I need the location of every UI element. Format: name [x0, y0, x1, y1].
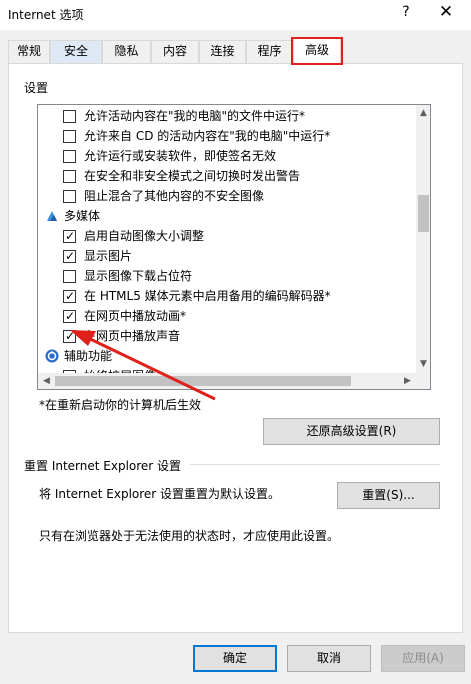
ok-button[interactable]: 确定 — [193, 645, 277, 672]
list-item-label: 在 HTML5 媒体元素中启用备用的编码解码器* — [84, 289, 331, 303]
apply-button[interactable]: 应用(A) — [381, 645, 465, 672]
checkbox[interactable] — [63, 110, 76, 123]
list-item[interactable]: 允许运行或安装软件，即使签名无效 — [38, 146, 416, 166]
list-item[interactable]: 在安全和非安全模式之间切换时发出警告 — [38, 166, 416, 186]
checkbox[interactable]: ✓ — [63, 309, 76, 323]
list-item[interactable]: ✓ 在 HTML5 媒体元素中启用备用的编码解码器* — [38, 286, 416, 306]
list-item-label: 在安全和非安全模式之间切换时发出警告 — [84, 169, 301, 183]
reset-warning-note: 只有在浏览器处于无法使用的状态时，才应使用此设置。 — [39, 529, 340, 543]
cancel-button[interactable]: 取消 — [287, 645, 371, 672]
check-mark-icon: ✓ — [65, 249, 76, 263]
list-item-label: 启用自动图像大小调整 — [84, 229, 205, 243]
category-row: 多媒体 — [38, 206, 416, 226]
list-item[interactable]: ✓ 启用自动图像大小调整 — [38, 226, 416, 246]
scroll-down-icon[interactable]: ▼ — [416, 356, 430, 373]
list-item[interactable]: 显示图像下载占位符 — [38, 266, 416, 286]
check-mark-icon: ✓ — [65, 329, 76, 343]
reset-group-label: 重置 Internet Explorer 设置 — [24, 459, 182, 473]
multimedia-icon — [47, 211, 57, 221]
scroll-right-icon[interactable]: ▶ — [399, 373, 416, 389]
accessibility-icon — [45, 349, 59, 363]
tab-general[interactable]: 常规 — [8, 40, 50, 63]
horizontal-scroll-thumb[interactable] — [55, 376, 351, 386]
tab-privacy[interactable]: 隐私 — [102, 40, 151, 63]
restore-advanced-settings-button[interactable]: 还原高级设置(R) — [263, 418, 440, 445]
list-item-label: 允许活动内容在"我的电脑"的文件中运行* — [84, 109, 306, 123]
checkbox[interactable] — [63, 130, 76, 143]
category-label: 辅助功能 — [64, 349, 113, 363]
checkbox[interactable]: ✓ — [63, 249, 76, 263]
list-item-label: 允许来自 CD 的活动内容在"我的电脑"中运行* — [84, 129, 331, 143]
tab-connections[interactable]: 连接 — [199, 40, 246, 63]
checkbox[interactable] — [63, 270, 76, 283]
title-bar: Internet 选项 ? ✕ — [0, 0, 471, 30]
help-button[interactable]: ? — [396, 4, 416, 24]
category-label: 多媒体 — [64, 209, 101, 223]
list-item-label: 在网页中播放动画* — [84, 309, 187, 323]
check-mark-icon: ✓ — [65, 229, 76, 243]
scroll-left-icon[interactable]: ◀ — [38, 373, 55, 389]
check-mark-icon: ✓ — [65, 309, 76, 323]
vertical-scrollbar[interactable]: ▲ ▼ — [416, 105, 430, 373]
settings-group-label: 设置 — [24, 81, 49, 95]
checkbox[interactable]: ✓ — [63, 329, 76, 343]
list-item-label: 显示图片 — [84, 249, 133, 263]
advanced-tab-highlight — [291, 37, 343, 65]
list-item[interactable]: 阻止混合了其他内容的不安全图像 — [38, 186, 416, 206]
list-item-label: 在网页中播放声音 — [84, 329, 181, 343]
list-item-label: 阻止混合了其他内容的不安全图像 — [84, 189, 265, 203]
checkbox[interactable] — [63, 170, 76, 183]
vertical-scroll-thumb[interactable] — [418, 195, 429, 232]
tab-security[interactable]: 安全 — [50, 40, 102, 63]
category-row: 辅助功能 — [38, 346, 416, 366]
list-item[interactable]: 允许活动内容在"我的电脑"的文件中运行* — [38, 106, 416, 126]
list-item[interactable]: ✓ 显示图片 — [38, 246, 416, 266]
window-title: Internet 选项 — [8, 8, 84, 22]
tab-content[interactable]: 内容 — [151, 40, 199, 63]
list-item-label: 允许运行或安装软件，即使签名无效 — [84, 149, 277, 163]
scroll-up-icon[interactable]: ▲ — [416, 105, 430, 122]
close-button[interactable]: ✕ — [432, 2, 460, 26]
checkbox[interactable] — [63, 190, 76, 203]
list-item[interactable]: ✓ 在网页中播放声音 — [38, 326, 416, 346]
internet-options-dialog: Internet 选项 ? ✕ 常规 安全 隐私 内容 连接 程序 高级 设置 … — [0, 0, 471, 684]
horizontal-scrollbar[interactable]: ◀ ▶ — [38, 373, 416, 389]
checkbox[interactable]: ✓ — [63, 229, 76, 243]
reset-description: 将 Internet Explorer 设置重置为默认设置。 — [39, 487, 281, 501]
restart-note: *在重新启动你的计算机后生效 — [39, 398, 202, 412]
list-item[interactable]: 允许来自 CD 的活动内容在"我的电脑"中运行* — [38, 126, 416, 146]
checkbox[interactable] — [63, 150, 76, 163]
checkbox[interactable]: ✓ — [63, 289, 76, 303]
reset-button[interactable]: 重置(S)... — [337, 482, 440, 509]
list-item-label: 显示图像下载占位符 — [84, 269, 193, 283]
tab-programs[interactable]: 程序 — [246, 40, 293, 63]
scrollbar-corner — [416, 373, 430, 389]
check-mark-icon: ✓ — [65, 289, 76, 303]
settings-list[interactable]: 允许活动内容在"我的电脑"的文件中运行* 允许来自 CD 的活动内容在"我的电脑… — [37, 104, 431, 390]
group-divider — [190, 464, 440, 465]
list-item[interactable]: ✓ 在网页中播放动画* — [38, 306, 416, 326]
